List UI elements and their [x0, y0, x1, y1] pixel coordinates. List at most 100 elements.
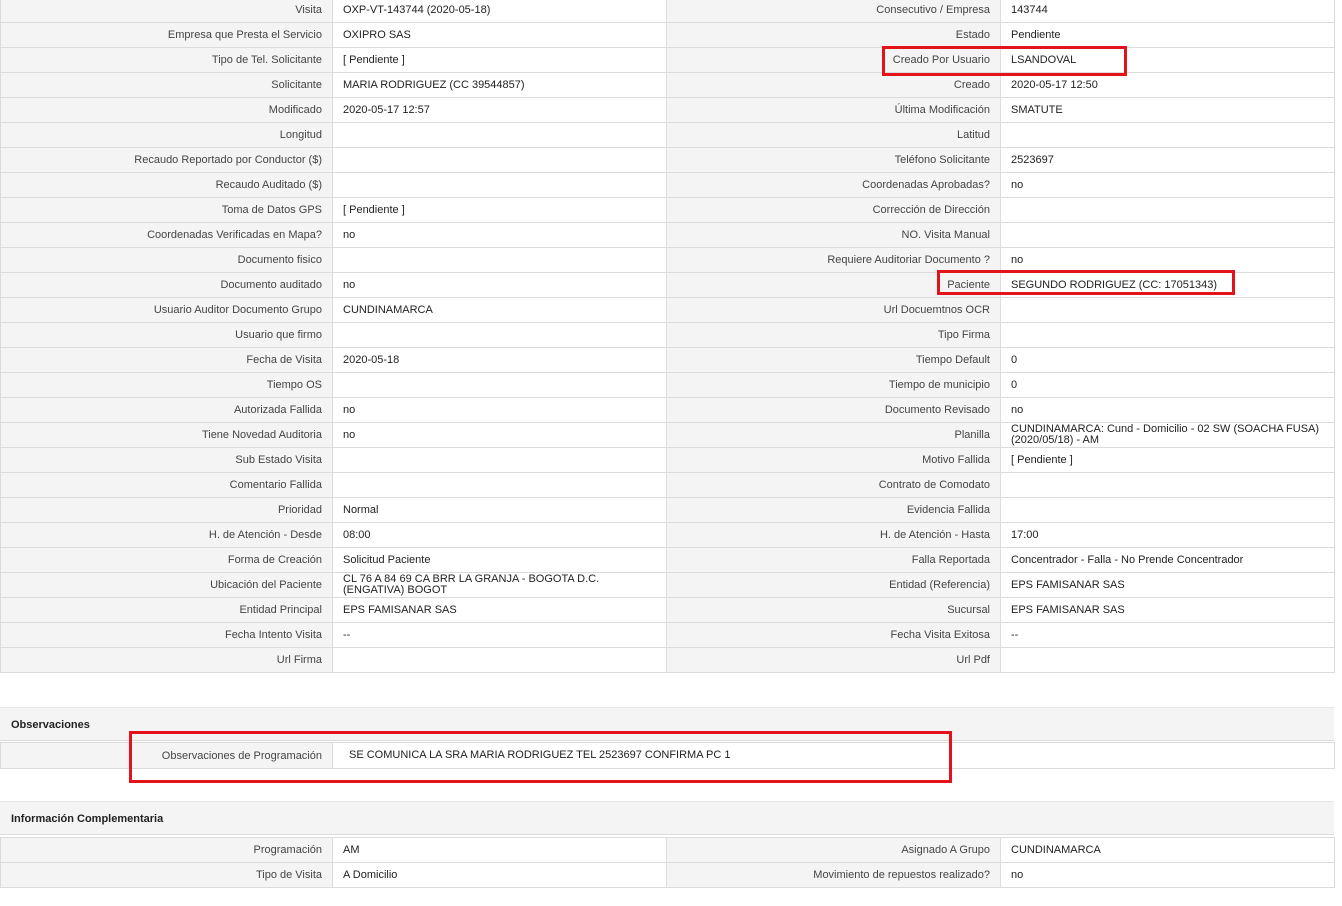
field-value — [1000, 122, 1335, 148]
field-value — [332, 122, 667, 148]
field-value — [332, 447, 667, 473]
table-row: Url Firma Url Pdf — [0, 647, 1335, 673]
field-value — [1000, 647, 1335, 673]
field-value: 17:00 — [1000, 522, 1335, 548]
field-label: Recaudo Auditado ($) — [0, 172, 333, 198]
field-label: Usuario Auditor Documento Grupo — [0, 297, 333, 323]
field-label: Fecha Intento Visita — [0, 622, 333, 648]
table-row: Entidad Principal EPS FAMISANAR SAS Sucurs… — [0, 597, 1335, 623]
field-value: CUNDINAMARCA: Cund - Domicilio - 02 SW (… — [1000, 422, 1335, 448]
field-label: Coordenadas Aprobadas? — [666, 172, 1001, 198]
field-label: Paciente — [666, 272, 1001, 298]
table-row: H. de Atención - Desde 08:00 H. de Atenció… — [0, 522, 1335, 548]
field-value: 2020-05-17 12:50 — [1000, 72, 1335, 98]
field-value — [1000, 497, 1335, 523]
table-row: Recaudo Reportado por Conductor ($) Teléf… — [0, 147, 1335, 173]
field-value: CUNDINAMARCA — [1000, 837, 1335, 863]
field-value: [ Pendiente ] — [332, 197, 667, 223]
table-row: Sub Estado Visita Motivo Fallida[ Pendien… — [0, 447, 1335, 473]
field-label: Creado Por Usuario — [666, 47, 1001, 73]
field-value: SEGUNDO RODRIGUEZ (CC: 17051343) — [1000, 272, 1335, 298]
field-value: 0 — [1000, 347, 1335, 373]
field-label: Forma de Creación — [0, 547, 333, 573]
field-label: Movimiento de repuestos realizado? — [666, 862, 1001, 888]
field-label: Longitud — [0, 122, 333, 148]
field-label: Url Pdf — [666, 647, 1001, 673]
field-label: Comentario Fallida — [0, 472, 333, 498]
field-label: Url Docuemtnos OCR — [666, 297, 1001, 323]
field-label: Planilla — [666, 422, 1001, 448]
field-value: 2020-05-18 — [332, 347, 667, 373]
field-label: Fecha Visita Exitosa — [666, 622, 1001, 648]
field-value — [1000, 222, 1335, 248]
field-value: OXP-VT-143744 (2020-05-18) — [332, 0, 667, 23]
field-label: Consecutivo / Empresa — [666, 0, 1001, 23]
field-label: Solicitante — [0, 72, 333, 98]
field-label: Sub Estado Visita — [0, 447, 333, 473]
table-row: Tipo de Tel. Solicitante[ Pendiente ] Cre… — [0, 47, 1335, 73]
field-value: no — [332, 422, 667, 448]
observaciones-section-title: Observaciones — [0, 707, 1334, 741]
table-row: Observaciones de Programación SE COMUNIC… — [0, 742, 1335, 769]
table-row: Documento fisico Requiere Auditoriar Docu… — [0, 247, 1335, 273]
field-label: H. de Atención - Hasta — [666, 522, 1001, 548]
field-value: SMATUTE — [1000, 97, 1335, 123]
field-value: CL 76 A 84 69 CA BRR LA GRANJA - BOGOTA … — [332, 572, 667, 598]
table-row: Programación AM Asignado A Grupo CUNDINAMAR… — [0, 837, 1335, 863]
field-label: Tipo de Tel. Solicitante — [0, 47, 333, 73]
field-value — [1000, 322, 1335, 348]
field-value: MARIA RODRIGUEZ (CC 39544857) — [332, 72, 667, 98]
field-label: Recaudo Reportado por Conductor ($) — [0, 147, 333, 173]
field-label: Documento fisico — [0, 247, 333, 273]
field-label: Visita — [0, 0, 333, 23]
table-row: Solicitante MARIA RODRIGUEZ (CC 39544857)… — [0, 72, 1335, 98]
table-row: Ubicación del Paciente CL 76 A 84 69 CA B… — [0, 572, 1335, 598]
field-label: Documento Revisado — [666, 397, 1001, 423]
field-label: Entidad Principal — [0, 597, 333, 623]
field-label: Creado — [666, 72, 1001, 98]
field-value — [332, 372, 667, 398]
field-value — [332, 247, 667, 273]
field-label: Usuario que firmo — [0, 322, 333, 348]
field-label: Tiempo de municipio — [666, 372, 1001, 398]
field-value: 08:00 — [332, 522, 667, 548]
field-value: [ Pendiente ] — [1000, 447, 1335, 473]
field-label: Evidencia Fallida — [666, 497, 1001, 523]
field-value: 0 — [1000, 372, 1335, 398]
field-value: EPS FAMISANAR SAS — [1000, 597, 1335, 623]
table-row: Fecha de Visita 2020-05-18 Tiempo Default… — [0, 347, 1335, 373]
field-value: OXIPRO SAS — [332, 22, 667, 48]
field-value — [332, 147, 667, 173]
field-label: Coordenadas Verificadas en Mapa? — [0, 222, 333, 248]
field-value: 2020-05-17 12:57 — [332, 97, 667, 123]
table-row: Tiene Novedad Auditoria no Planilla CUNDIN… — [0, 422, 1335, 448]
observaciones-programacion-value: SE COMUNICA LA SRA MARIA RODRIGUEZ TEL 2… — [332, 742, 1335, 769]
field-label: Empresa que Presta el Servicio — [0, 22, 333, 48]
informacion-complementaria-body: Programación AM Asignado A Grupo CUNDINAMAR… — [0, 837, 1335, 888]
field-value: Solicitud Paciente — [332, 547, 667, 573]
table-row: Empresa que Presta el Servicio OXIPRO SAS… — [0, 22, 1335, 48]
field-label: Tipo Firma — [666, 322, 1001, 348]
field-label: Contrato de Comodato — [666, 472, 1001, 498]
field-label: Corrección de Dirección — [666, 197, 1001, 223]
field-label: Latitud — [666, 122, 1001, 148]
field-value: -- — [332, 622, 667, 648]
field-label: Tiempo Default — [666, 347, 1001, 373]
informacion-complementaria-table: Programación AM Asignado A Grupo CUNDINAMAR… — [0, 837, 1335, 888]
field-label: Ubicación del Paciente — [0, 572, 333, 598]
table-row: Recaudo Auditado ($) Coordenadas Aprobada… — [0, 172, 1335, 198]
field-value — [332, 322, 667, 348]
informacion-complementaria-section-title: Información Complementaria — [0, 801, 1334, 835]
field-value — [1000, 197, 1335, 223]
table-row: Toma de Datos GPS[ Pendiente ] Corrección… — [0, 197, 1335, 223]
field-label: Prioridad — [0, 497, 333, 523]
field-label: Documento auditado — [0, 272, 333, 298]
field-value — [332, 472, 667, 498]
table-row: Autorizada Fallida no Documento Revisado … — [0, 397, 1335, 423]
field-label: Programación — [0, 837, 333, 863]
field-value: no — [332, 397, 667, 423]
field-label: Url Firma — [0, 647, 333, 673]
field-value: -- — [1000, 622, 1335, 648]
table-row: Modificado 2020-05-17 12:57 Última Modific… — [0, 97, 1335, 123]
field-value: EPS FAMISANAR SAS — [1000, 572, 1335, 598]
